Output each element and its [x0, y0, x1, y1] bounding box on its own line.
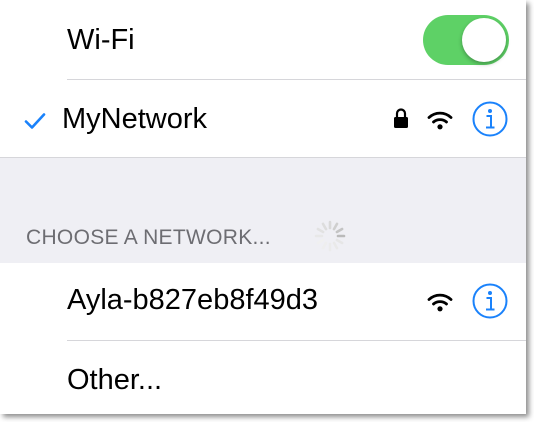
connected-network-row[interactable]: MyNetwork	[0, 80, 526, 158]
wifi-toggle-switch[interactable]	[423, 15, 509, 65]
wifi-signal-icon	[427, 111, 453, 130]
info-icon[interactable]	[472, 101, 508, 137]
wifi-settings-card: Wi-Fi MyNetwork CHOOSE A NETWORK... Ayla…	[0, 0, 526, 414]
spinner-icon	[314, 220, 346, 252]
other-network-row[interactable]: Other...	[0, 341, 526, 414]
wifi-toggle-row: Wi-Fi	[0, 0, 526, 80]
lock-icon	[394, 108, 408, 128]
checkmark-icon	[24, 113, 46, 129]
wifi-label: Wi-Fi	[67, 24, 135, 56]
other-label: Other...	[67, 364, 163, 396]
wifi-signal-icon	[427, 293, 453, 312]
choose-network-header: CHOOSE A NETWORK...	[26, 226, 271, 249]
network-row[interactable]: Ayla-b827eb8f49d3	[0, 263, 526, 341]
network-name: Ayla-b827eb8f49d3	[67, 284, 319, 316]
wifi-settings-screen: Wi-Fi MyNetwork CHOOSE A NETWORK... Ayla…	[0, 0, 534, 422]
info-icon[interactable]	[472, 283, 508, 319]
connected-network-name: MyNetwork	[62, 103, 208, 135]
toggle-knob	[462, 18, 506, 62]
